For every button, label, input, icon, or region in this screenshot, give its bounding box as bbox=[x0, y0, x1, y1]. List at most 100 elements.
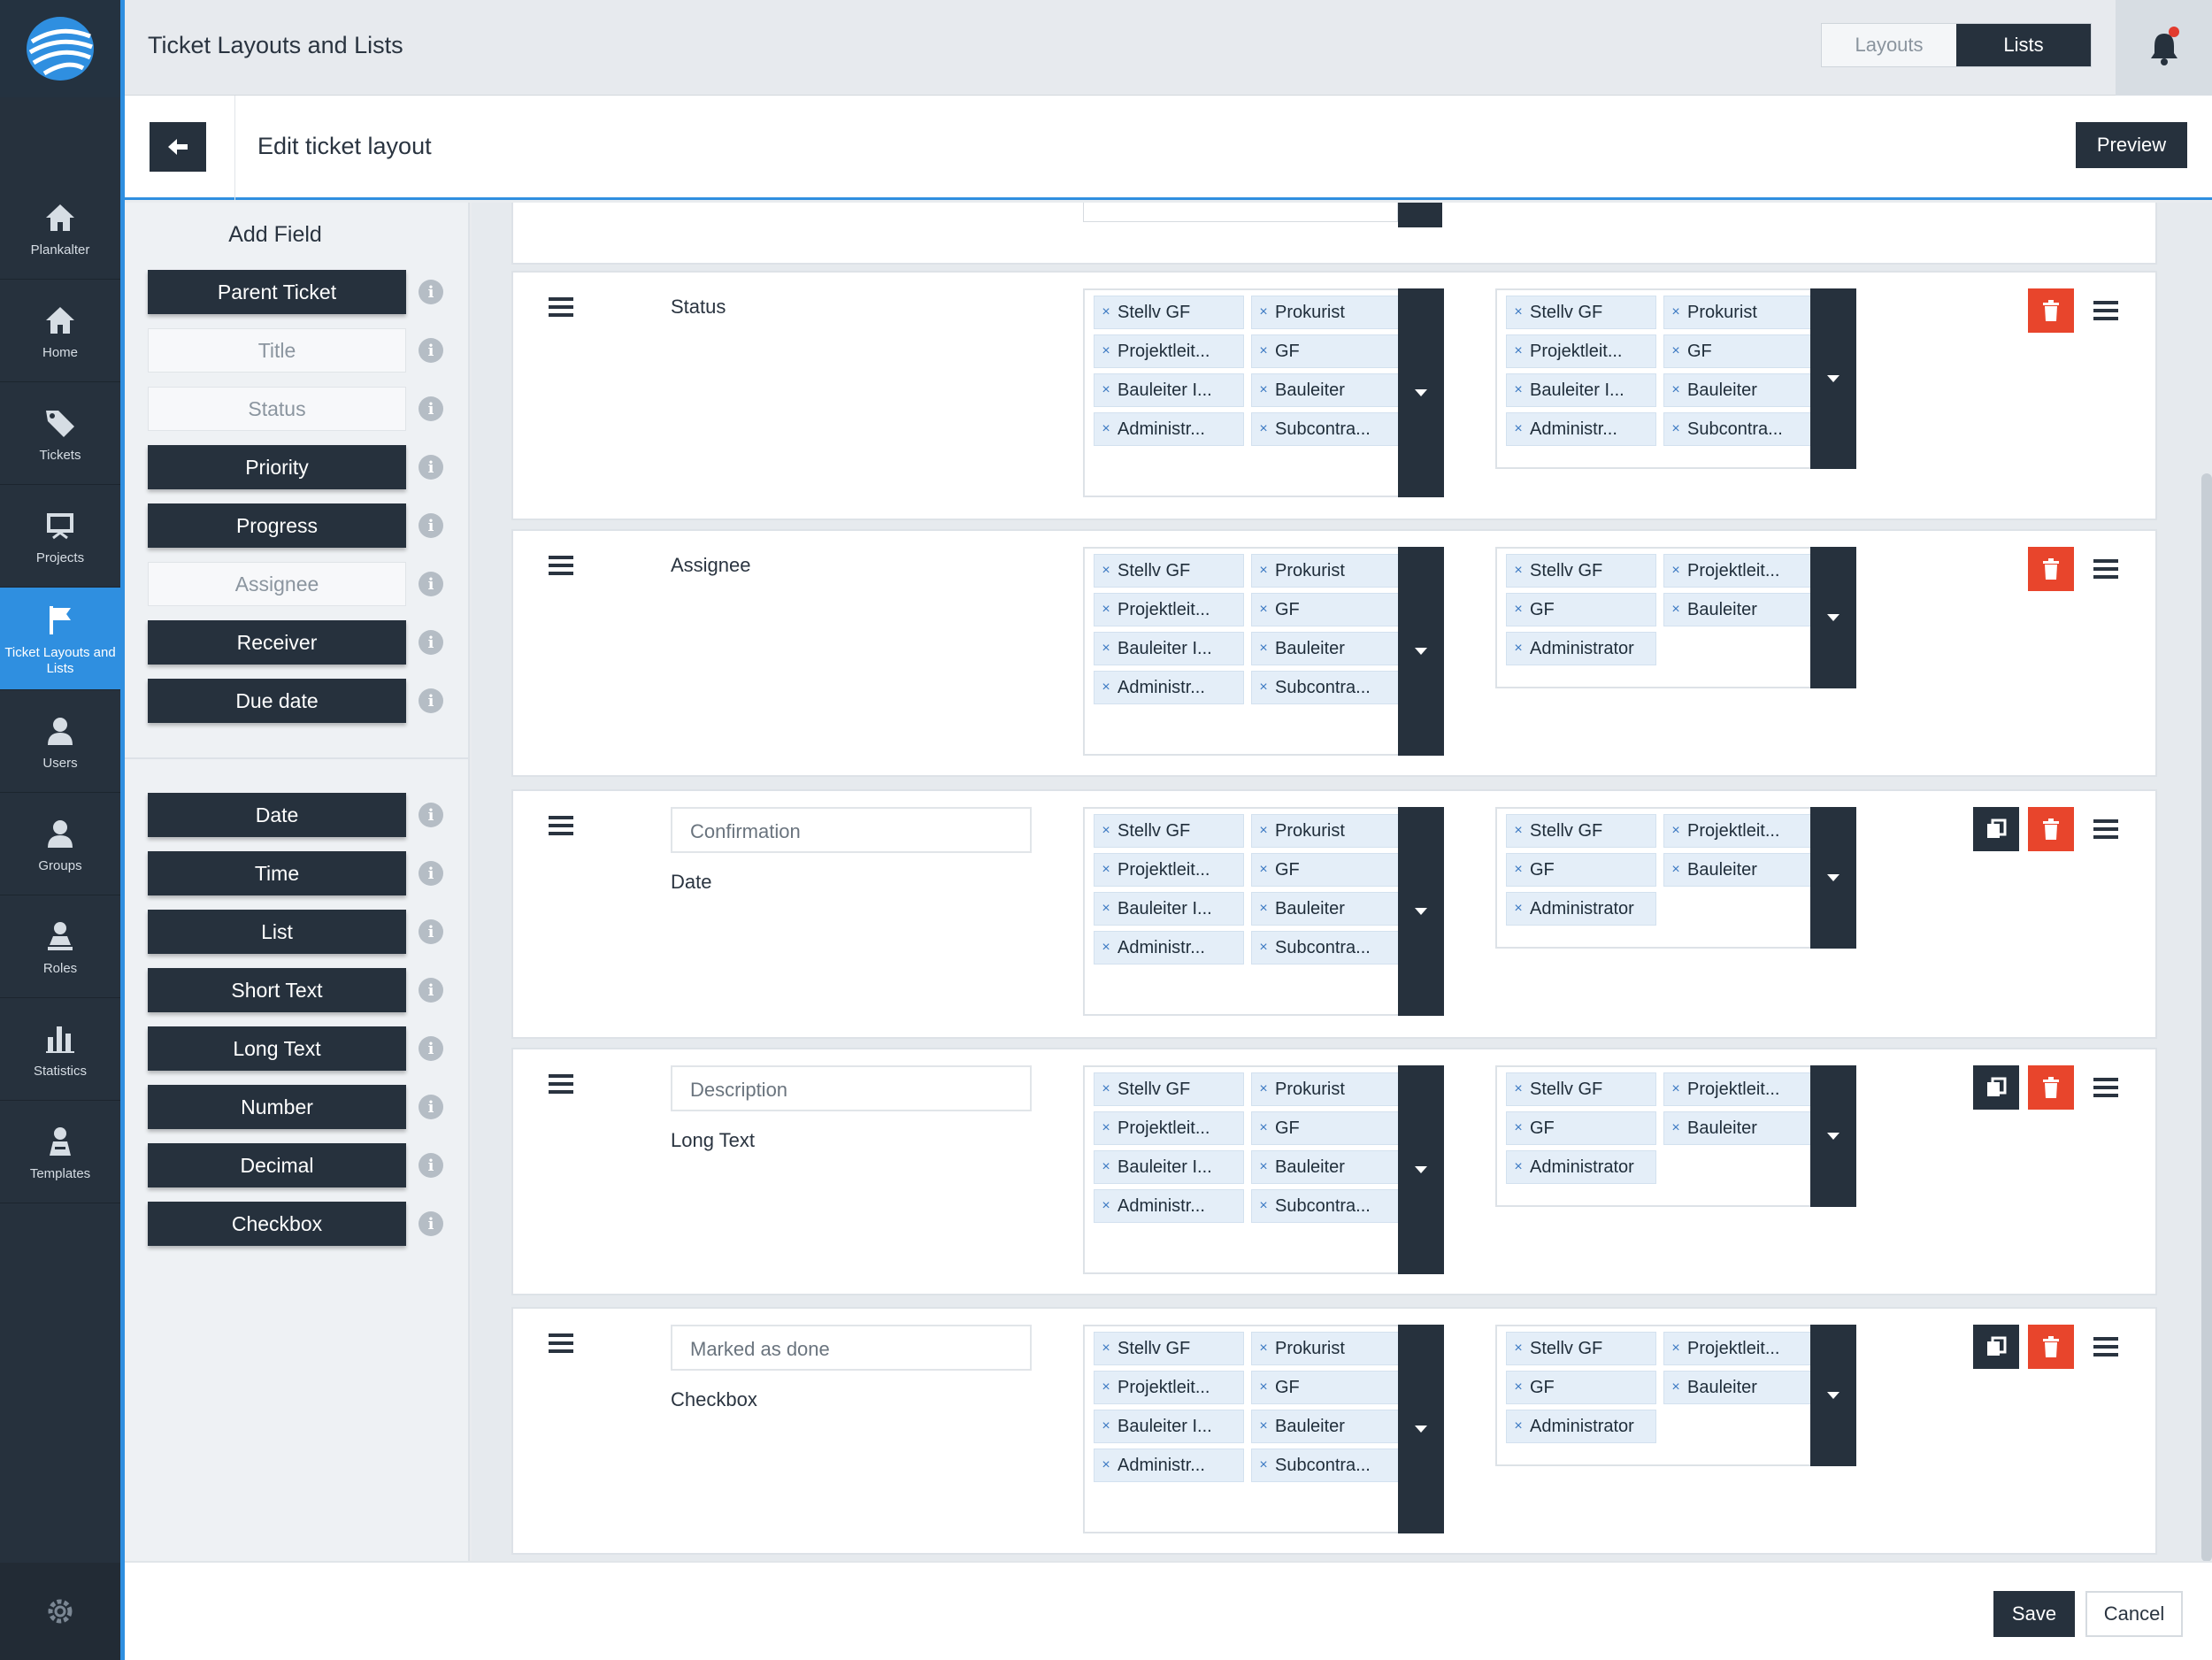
role-tag[interactable]: × Stellv GF bbox=[1506, 1332, 1656, 1365]
role-tag[interactable]: × Administr... bbox=[1094, 671, 1244, 704]
read-permissions-select[interactable]: × Stellv GF × Prokurist × Projektleit... × GF × B… bbox=[1083, 288, 1444, 497]
write-permissions-select[interactable]: × Stellv GF × Prokurist × Projektleit... × GF × B… bbox=[1495, 288, 1856, 469]
remove-tag-icon[interactable]: × bbox=[1252, 421, 1275, 437]
row-menu-icon[interactable] bbox=[2083, 547, 2129, 591]
remove-tag-icon[interactable]: × bbox=[1507, 343, 1530, 359]
remove-tag-icon[interactable]: × bbox=[1664, 421, 1687, 437]
field-name-input[interactable]: Confirmation bbox=[671, 807, 1032, 853]
role-tag[interactable]: × GF bbox=[1251, 853, 1402, 887]
role-tag[interactable]: × Bauleiter bbox=[1663, 593, 1814, 626]
remove-tag-icon[interactable]: × bbox=[1664, 862, 1687, 878]
role-tag[interactable]: × Stellv GF bbox=[1506, 814, 1656, 848]
remove-tag-icon[interactable]: × bbox=[1507, 304, 1530, 320]
remove-tag-icon[interactable]: × bbox=[1094, 1081, 1118, 1097]
role-tag[interactable]: × Projektleit... bbox=[1094, 1111, 1244, 1145]
role-tag[interactable]: × Stellv GF bbox=[1094, 1072, 1244, 1106]
drag-handle-icon[interactable] bbox=[549, 816, 573, 840]
role-tag[interactable]: × GF bbox=[1251, 1371, 1402, 1404]
toggle-lists[interactable]: Lists bbox=[1956, 24, 2091, 66]
remove-tag-icon[interactable]: × bbox=[1094, 563, 1118, 579]
write-permissions-select[interactable]: × Stellv GF × Projektleit... × GF × Bauleiter × A… bbox=[1495, 1065, 1856, 1207]
remove-tag-icon[interactable]: × bbox=[1252, 1418, 1275, 1434]
add-field-time[interactable]: Time bbox=[148, 851, 406, 895]
remove-tag-icon[interactable]: × bbox=[1664, 1341, 1687, 1356]
remove-tag-icon[interactable]: × bbox=[1252, 1081, 1275, 1097]
info-icon[interactable]: i bbox=[419, 1211, 443, 1236]
row-menu-icon[interactable] bbox=[2083, 1325, 2129, 1369]
role-tag[interactable]: × Administr... bbox=[1506, 412, 1656, 446]
remove-tag-icon[interactable]: × bbox=[1507, 901, 1530, 917]
remove-tag-icon[interactable]: × bbox=[1252, 862, 1275, 878]
role-tag[interactable]: × Bauleiter bbox=[1251, 373, 1402, 407]
remove-tag-icon[interactable]: × bbox=[1507, 421, 1530, 437]
role-tag[interactable]: × Administrator bbox=[1506, 1150, 1656, 1184]
role-tag[interactable]: × Projektleit... bbox=[1094, 334, 1244, 368]
role-tag[interactable]: × Administrator bbox=[1506, 892, 1656, 926]
info-icon[interactable]: i bbox=[419, 572, 443, 596]
permission-select[interactable] bbox=[1083, 203, 1398, 222]
role-tag[interactable]: × Stellv GF bbox=[1094, 296, 1244, 329]
role-tag[interactable]: × Bauleiter bbox=[1251, 632, 1402, 665]
drag-handle-icon[interactable] bbox=[549, 1074, 573, 1098]
role-tag[interactable]: × Subcontra... bbox=[1251, 412, 1402, 446]
role-tag[interactable]: × Bauleiter bbox=[1663, 853, 1814, 887]
dropdown-button[interactable] bbox=[1810, 288, 1856, 469]
add-field-receiver[interactable]: Receiver bbox=[148, 620, 406, 665]
remove-tag-icon[interactable]: × bbox=[1094, 1159, 1118, 1175]
role-tag[interactable]: × Administrator bbox=[1506, 1410, 1656, 1443]
role-tag[interactable]: × Projektleit... bbox=[1094, 593, 1244, 626]
add-field-checkbox[interactable]: Checkbox bbox=[148, 1202, 406, 1246]
dropdown-button[interactable] bbox=[1810, 1065, 1856, 1207]
role-tag[interactable]: × Administrator bbox=[1506, 632, 1656, 665]
info-icon[interactable]: i bbox=[419, 338, 443, 363]
delete-button[interactable] bbox=[2028, 288, 2074, 333]
role-tag[interactable]: × Administr... bbox=[1094, 1189, 1244, 1223]
info-icon[interactable]: i bbox=[419, 978, 443, 1003]
add-field-date[interactable]: Date bbox=[148, 793, 406, 837]
remove-tag-icon[interactable]: × bbox=[1664, 602, 1687, 618]
add-field-number[interactable]: Number bbox=[148, 1085, 406, 1129]
notifications-button[interactable] bbox=[2116, 0, 2212, 96]
role-tag[interactable]: × Administr... bbox=[1094, 1449, 1244, 1482]
role-tag[interactable]: × Bauleiter bbox=[1663, 1371, 1814, 1404]
role-tag[interactable]: × Prokurist bbox=[1251, 1072, 1402, 1106]
remove-tag-icon[interactable]: × bbox=[1252, 823, 1275, 839]
remove-tag-icon[interactable]: × bbox=[1252, 641, 1275, 657]
remove-tag-icon[interactable]: × bbox=[1664, 563, 1687, 579]
remove-tag-icon[interactable]: × bbox=[1507, 1341, 1530, 1356]
info-icon[interactable]: i bbox=[419, 280, 443, 304]
role-tag[interactable]: × GF bbox=[1506, 853, 1656, 887]
role-tag[interactable]: × Prokurist bbox=[1251, 1332, 1402, 1365]
role-tag[interactable]: × Administr... bbox=[1094, 931, 1244, 964]
role-tag[interactable]: × Prokurist bbox=[1251, 296, 1402, 329]
add-field-long-text[interactable]: Long Text bbox=[148, 1026, 406, 1071]
remove-tag-icon[interactable]: × bbox=[1094, 1198, 1118, 1214]
remove-tag-icon[interactable]: × bbox=[1507, 1120, 1530, 1136]
role-tag[interactable]: × Bauleiter I... bbox=[1506, 373, 1656, 407]
remove-tag-icon[interactable]: × bbox=[1252, 1120, 1275, 1136]
role-tag[interactable]: × Subcontra... bbox=[1663, 412, 1814, 446]
toggle-layouts[interactable]: Layouts bbox=[1822, 24, 1956, 66]
remove-tag-icon[interactable]: × bbox=[1664, 1379, 1687, 1395]
remove-tag-icon[interactable]: × bbox=[1507, 641, 1530, 657]
role-tag[interactable]: × GF bbox=[1506, 1371, 1656, 1404]
dropdown-button[interactable] bbox=[1398, 1065, 1444, 1274]
role-tag[interactable]: × GF bbox=[1663, 334, 1814, 368]
remove-tag-icon[interactable]: × bbox=[1094, 304, 1118, 320]
remove-tag-icon[interactable]: × bbox=[1507, 823, 1530, 839]
nav-item-plankalter[interactable]: Plankalter bbox=[0, 177, 120, 280]
remove-tag-icon[interactable]: × bbox=[1252, 343, 1275, 359]
role-tag[interactable]: × Projektleit... bbox=[1663, 1332, 1814, 1365]
role-tag[interactable]: × Bauleiter bbox=[1251, 892, 1402, 926]
role-tag[interactable]: × Stellv GF bbox=[1506, 1072, 1656, 1106]
remove-tag-icon[interactable]: × bbox=[1094, 1418, 1118, 1434]
role-tag[interactable]: × Bauleiter I... bbox=[1094, 1150, 1244, 1184]
remove-tag-icon[interactable]: × bbox=[1507, 563, 1530, 579]
remove-tag-icon[interactable]: × bbox=[1252, 680, 1275, 696]
remove-tag-icon[interactable]: × bbox=[1664, 343, 1687, 359]
remove-tag-icon[interactable]: × bbox=[1252, 1457, 1275, 1473]
remove-tag-icon[interactable]: × bbox=[1094, 343, 1118, 359]
preview-button[interactable]: Preview bbox=[2076, 122, 2187, 168]
remove-tag-icon[interactable]: × bbox=[1094, 421, 1118, 437]
role-tag[interactable]: × Bauleiter I... bbox=[1094, 373, 1244, 407]
